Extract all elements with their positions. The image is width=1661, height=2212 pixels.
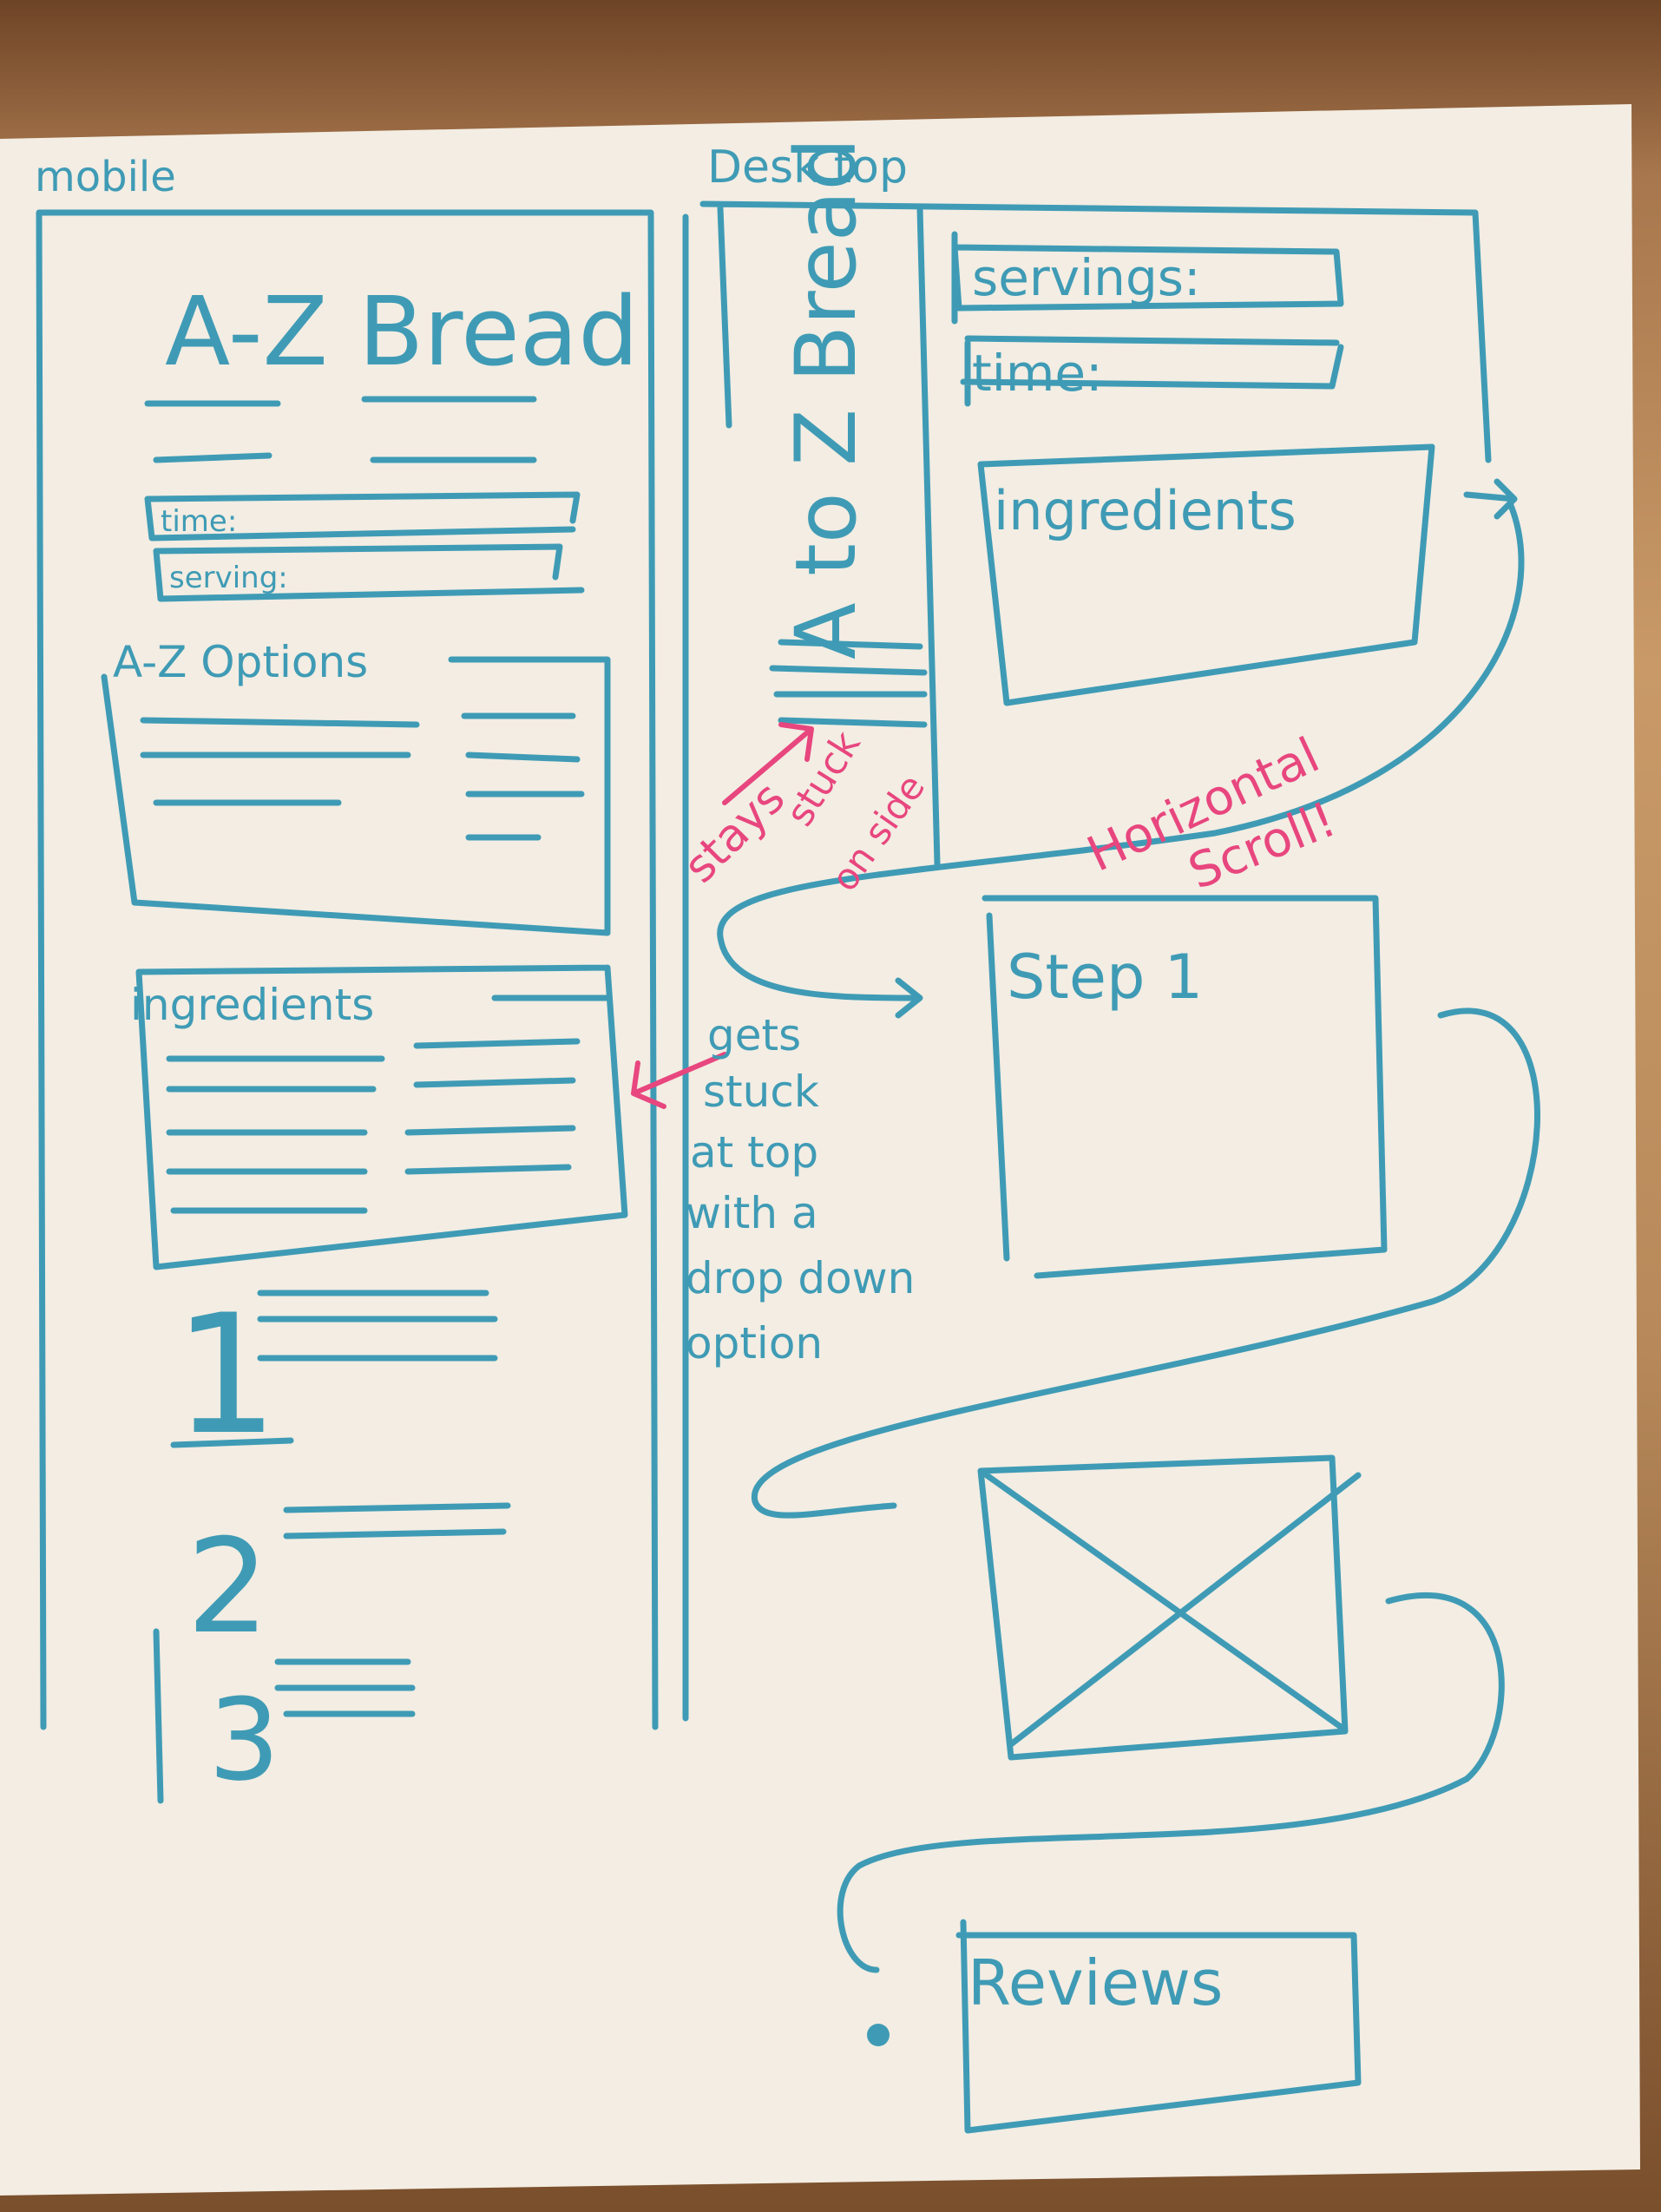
note-gets: gets	[707, 1010, 801, 1060]
mobile-time-label: time:	[161, 504, 237, 539]
sketch-paper: mobile A-Z Bread time: serving: A-Z Opti…	[0, 104, 1640, 2196]
desktop-time-label: time:	[972, 344, 1103, 403]
note-at-top: at top	[690, 1127, 818, 1178]
desktop-servings-label: servings:	[972, 248, 1201, 307]
mobile-heading: mobile	[35, 153, 176, 201]
desktop-ingredients-label: ingredients	[994, 479, 1297, 542]
desktop-sidebar-title: A to Z Bread	[778, 138, 875, 660]
note-with-a: with a	[686, 1188, 818, 1238]
mobile-step-number-2: 2	[187, 1512, 269, 1663]
mobile-serving-label: serving:	[169, 561, 288, 595]
mobile-options-label: A-Z Options	[113, 637, 368, 687]
mobile-step-number-3: 3	[208, 1674, 280, 1806]
note-drop-down: drop down	[686, 1253, 915, 1303]
note-stuck-line: stuck	[703, 1067, 819, 1117]
mobile-ingredients-label: ingredients	[130, 980, 374, 1030]
mobile-title: A-Z Bread	[165, 276, 639, 387]
desktop-step-label: Step 1	[1007, 942, 1203, 1013]
note-option: option	[686, 1318, 823, 1369]
desktop-reviews-label: Reviews	[968, 1946, 1223, 2019]
scroll-end-dot	[867, 2024, 890, 2046]
